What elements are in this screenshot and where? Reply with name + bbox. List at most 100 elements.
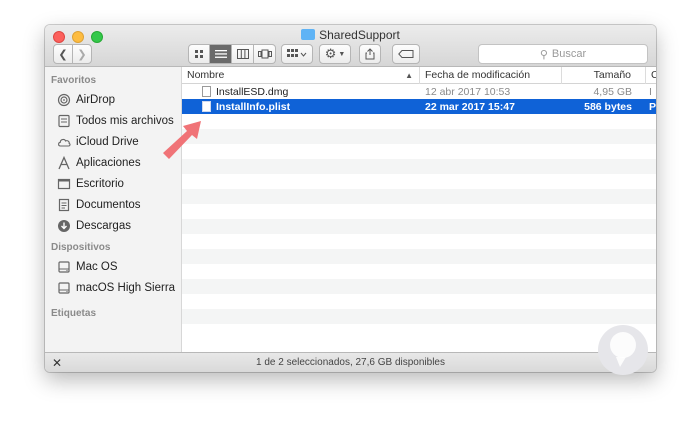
chevron-left-icon: ❮: [58, 48, 68, 61]
action-button[interactable]: ⚙ ▼: [319, 44, 351, 64]
empty-row: [182, 189, 656, 204]
file-kind: P: [649, 100, 656, 113]
sidebar-item-mac-os[interactable]: Mac OS: [45, 256, 181, 277]
desktop-icon: [57, 177, 71, 191]
empty-row: [182, 279, 656, 294]
empty-row: [182, 264, 656, 279]
column-header-kind-label: C: [651, 69, 656, 81]
file-size: 4,95 GB: [593, 85, 632, 98]
sidebar-item-label: Descargas: [76, 219, 131, 232]
file-name-cell: InstallESD.dmg: [182, 86, 420, 98]
close-sidebar-icon[interactable]: ✕: [52, 356, 62, 370]
sidebar: Favoritos AirDrop Todos mis archivos iCl…: [45, 67, 182, 352]
sidebar-item-desktop[interactable]: Escritorio: [45, 173, 181, 194]
file-name: InstallInfo.plist: [216, 100, 291, 113]
sidebar-section-devices: Dispositivos: [51, 242, 111, 253]
chevron-down-icon: ▼: [338, 50, 346, 58]
status-bar: ✕ 1 de 2 seleccionados, 27,6 GB disponib…: [45, 352, 656, 372]
arrange-icon: [287, 49, 307, 57]
list-view-button[interactable]: [210, 44, 232, 64]
download-icon: [57, 219, 71, 233]
plist-file-icon: [202, 101, 211, 112]
search-icon: ⚲: [539, 48, 548, 61]
empty-row: [182, 159, 656, 174]
icon-view-button[interactable]: [188, 44, 210, 64]
empty-row: [182, 114, 656, 129]
column-view-button[interactable]: [232, 44, 254, 64]
dmg-file-icon: [202, 86, 211, 97]
document-icon: [57, 198, 71, 212]
sidebar-item-label: iCloud Drive: [76, 135, 139, 148]
sidebar-item-downloads[interactable]: Descargas: [45, 215, 181, 236]
finder-window: SharedSupport ❮ ❯ ⚙ ▼ ⚲ Buscar Favoritos…: [45, 25, 656, 372]
cover-flow-icon: [257, 49, 272, 59]
file-name: InstallESD.dmg: [216, 85, 289, 98]
file-name-cell: InstallInfo.plist: [182, 101, 420, 113]
empty-row: [182, 174, 656, 189]
column-header-size-label: Tamaño: [593, 69, 631, 81]
column-header-size[interactable]: Tamaño: [562, 67, 646, 84]
sidebar-section-tags: Etiquetas: [51, 308, 97, 319]
file-date: 22 mar 2017 15:47: [425, 100, 515, 113]
table-row[interactable]: InstallESD.dmg 12 abr 2017 10:53 4,95 GB…: [182, 84, 656, 99]
file-size: 586 bytes: [584, 100, 632, 113]
empty-row: [182, 234, 656, 249]
sidebar-item-label: Aplicaciones: [76, 156, 141, 169]
cover-flow-button[interactable]: [254, 44, 276, 64]
titlebar: SharedSupport ❮ ❯ ⚙ ▼ ⚲ Buscar: [45, 25, 656, 67]
all-files-icon: [57, 114, 71, 128]
column-header-kind[interactable]: C: [646, 67, 656, 84]
folder-icon: [301, 29, 316, 40]
column-header-date[interactable]: Fecha de modificación: [420, 67, 562, 84]
search-placeholder: Buscar: [551, 48, 587, 60]
sidebar-item-label: Documentos: [76, 198, 141, 211]
gear-icon: ⚙: [324, 46, 337, 61]
arrange-button[interactable]: [281, 44, 313, 64]
column-header-date-label: Fecha de modificación: [425, 69, 531, 81]
tag-button[interactable]: [392, 44, 420, 64]
back-button[interactable]: ❮: [53, 44, 73, 64]
sidebar-item-airdrop[interactable]: AirDrop: [45, 89, 181, 110]
empty-row: [182, 249, 656, 264]
sidebar-item-macos-high-sierra[interactable]: macOS High Sierra: [45, 277, 181, 298]
tag-icon: [398, 50, 414, 58]
sidebar-item-label: AirDrop: [76, 93, 115, 106]
pointer-arrow-annotation: [163, 121, 201, 159]
file-date: 12 abr 2017 10:53: [425, 85, 511, 98]
file-kind: I: [649, 85, 652, 98]
sidebar-section-favorites: Favoritos: [51, 75, 97, 86]
sort-ascending-icon: ▲: [405, 71, 413, 80]
table-row-selected[interactable]: InstallInfo.plist 22 mar 2017 15:47 586 …: [182, 99, 656, 114]
window-title-text: SharedSupport: [319, 28, 400, 42]
file-list: Nombre ▲ Fecha de modificación Tamaño C …: [182, 67, 656, 352]
applications-icon: [57, 155, 71, 170]
disk-icon: [57, 260, 71, 274]
empty-row: [182, 219, 656, 234]
column-header-name[interactable]: Nombre ▲: [182, 67, 420, 84]
column-view-icon: [236, 49, 249, 59]
forward-button[interactable]: ❯: [72, 44, 92, 64]
list-view-icon: [214, 50, 227, 58]
sidebar-item-label: Mac OS: [76, 260, 118, 273]
empty-row: [182, 129, 656, 144]
status-text: 1 de 2 seleccionados, 27,6 GB disponible…: [255, 357, 445, 368]
icon-view-icon: [195, 50, 203, 58]
rows: InstallESD.dmg 12 abr 2017 10:53 4,95 GB…: [182, 84, 656, 339]
disk-icon: [57, 281, 71, 295]
chevron-right-icon: ❯: [77, 48, 87, 61]
column-header-name-label: Nombre: [187, 69, 225, 81]
column-headers: Nombre ▲ Fecha de modificación Tamaño C: [182, 67, 656, 84]
cloud-icon: [57, 135, 71, 149]
airdrop-icon: [57, 93, 71, 107]
empty-row: [182, 204, 656, 219]
watermark-logo: [598, 325, 648, 375]
empty-row: [182, 324, 656, 339]
share-button[interactable]: [359, 44, 381, 64]
empty-row: [182, 144, 656, 159]
empty-row: [182, 294, 656, 309]
window-title: SharedSupport: [45, 28, 656, 42]
sidebar-item-documents[interactable]: Documentos: [45, 194, 181, 215]
share-icon: [365, 48, 375, 60]
sidebar-item-label: Escritorio: [76, 177, 124, 190]
search-input[interactable]: ⚲ Buscar: [478, 44, 648, 64]
